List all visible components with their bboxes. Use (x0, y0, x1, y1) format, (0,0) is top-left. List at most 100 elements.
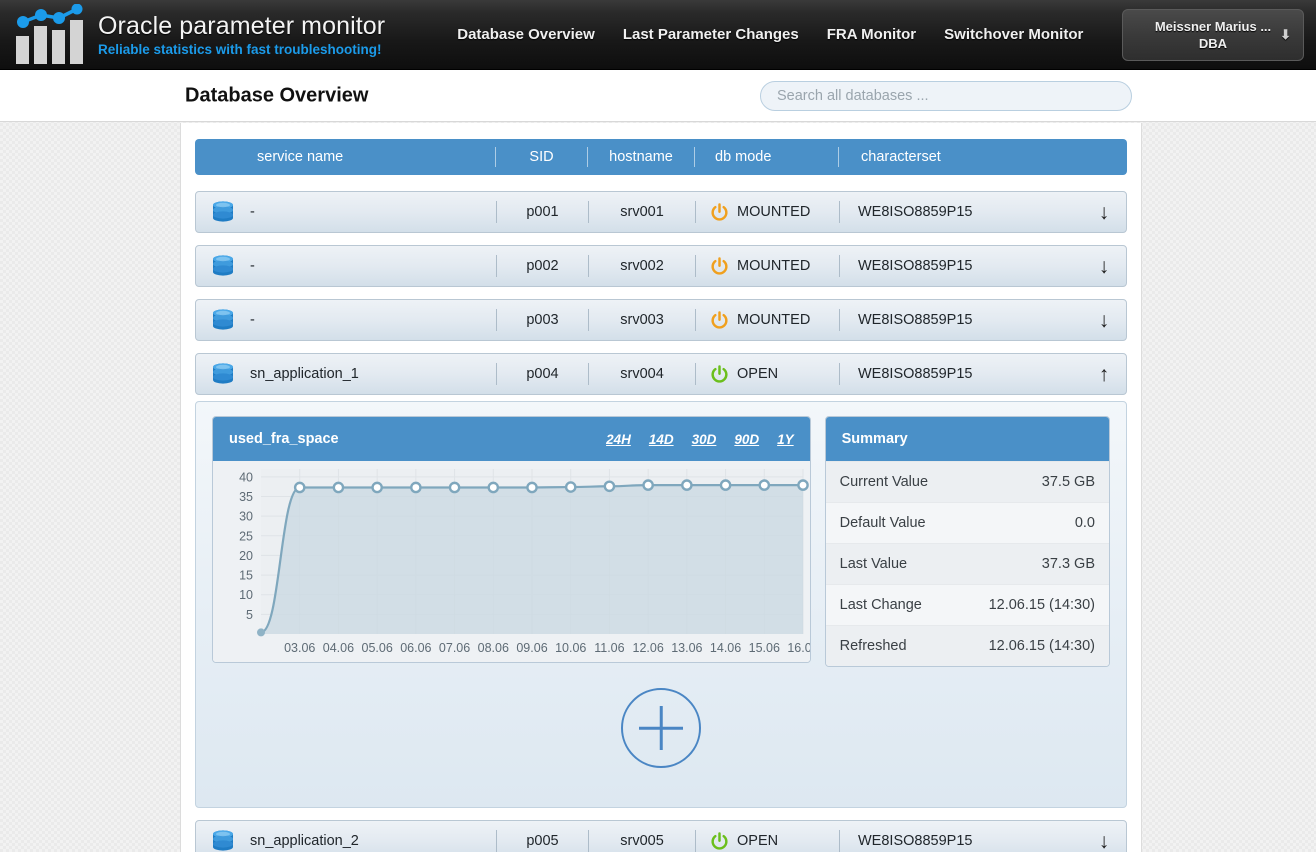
svg-text:14.06: 14.06 (710, 641, 741, 655)
summary-card: Summary Current Value 37.5 GB Default Va… (824, 416, 1110, 667)
svg-text:13.06: 13.06 (671, 641, 702, 655)
svg-text:08.06: 08.06 (478, 641, 509, 655)
summary-key: Default Value (839, 515, 926, 531)
database-icon (210, 307, 236, 333)
nav-item-switchover-monitor[interactable]: Switchover Monitor (944, 26, 1083, 43)
cell-service-name: - (196, 307, 496, 333)
svg-text:03.06: 03.06 (284, 641, 315, 655)
range-30d[interactable]: 30D (692, 432, 717, 447)
user-menu-button[interactable]: Meissner Marius ... DBA ⬇ (1122, 9, 1304, 61)
svg-text:30: 30 (239, 510, 253, 524)
page-title: Database Overview (185, 84, 369, 106)
table-row[interactable]: sn_application_2 p005 srv005 OPEN WE8ISO… (195, 820, 1127, 852)
cell-characterset: WE8ISO8859P15 (858, 366, 973, 382)
service-name-text: - (250, 204, 255, 220)
nav-item-last-parameter-changes[interactable]: Last Parameter Changes (623, 26, 799, 43)
time-range-links: 24H 14D 30D 90D 1Y (606, 432, 794, 447)
plus-circle-icon[interactable] (621, 688, 701, 768)
search-input[interactable] (760, 80, 1132, 111)
user-role: DBA (1198, 36, 1228, 51)
summary-row-refreshed: Refreshed 12.06.15 (14:30) (825, 625, 1109, 666)
summary-card-header: Summary (825, 417, 1109, 461)
range-90d[interactable]: 90D (734, 432, 759, 447)
summary-key: Current Value (839, 474, 929, 490)
table-row[interactable]: - p001 srv001 MOUNTED WE8ISO8859P15 ↓ (195, 191, 1127, 233)
range-14d[interactable]: 14D (649, 432, 674, 447)
cell-service-name: - (196, 199, 496, 225)
svg-text:16.06: 16.06 (787, 641, 810, 655)
svg-text:40: 40 (239, 470, 253, 484)
row-collapse-toggle[interactable]: ↑ (1082, 364, 1126, 385)
power-status-icon (710, 831, 729, 851)
cell-hostname: srv004 (620, 366, 664, 382)
row-expand-toggle[interactable]: ↓ (1082, 256, 1126, 277)
svg-text:35: 35 (239, 490, 253, 504)
brand-subtitle: Reliable statistics with fast troublesho… (98, 41, 382, 57)
top-bar: Oracle parameter monitor Reliable statis… (0, 0, 1316, 70)
add-metric-area (212, 667, 1110, 789)
metric-chart-card: used_fra_space 24H 14D 30D 90D 1Y 5 10 15 2… (212, 416, 811, 663)
column-header-sid: SID (529, 149, 554, 165)
svg-text:5: 5 (246, 608, 253, 622)
sub-header: Database Overview (0, 70, 1316, 122)
summary-row-default-value: Default Value 0.0 (825, 502, 1109, 543)
database-icon (210, 253, 236, 279)
db-mode-text: OPEN (737, 833, 779, 849)
table-header: service name SID hostname db mode charac… (195, 139, 1127, 175)
cell-characterset: WE8ISO8859P15 (858, 312, 973, 328)
svg-text:15: 15 (239, 569, 253, 583)
db-mode-text: OPEN (737, 366, 779, 382)
line-chart: 5 10 15 20 25 30 35 40 03.06 04.06 05.06 06.06 07.06… (239, 469, 810, 655)
svg-text:12.06: 12.06 (633, 641, 664, 655)
svg-text:10: 10 (239, 588, 253, 602)
cell-db-mode: MOUNTED (696, 202, 839, 222)
summary-value: 37.3 GB (1041, 556, 1095, 572)
summary-key: Last Value (839, 556, 908, 572)
database-list: service name SID hostname db mode charac… (181, 123, 1141, 852)
summary-row-last-value: Last Value 37.3 GB (825, 543, 1109, 584)
svg-text:10.06: 10.06 (555, 641, 586, 655)
svg-text:11.06: 11.06 (594, 641, 624, 655)
chevron-down-icon: ⬇ (1280, 27, 1291, 42)
table-row[interactable]: sn_application_1 p004 srv004 OPEN WE8ISO… (195, 353, 1127, 395)
chart-plot-area[interactable]: 5 10 15 20 25 30 35 40 03.06 04.06 05.06 06.06 07.06… (213, 461, 810, 662)
nav-item-database-overview[interactable]: Database Overview (457, 26, 595, 43)
arrow-down-icon: ↓ (1098, 200, 1110, 224)
table-row[interactable]: - p002 srv002 MOUNTED WE8ISO8859P15 ↓ (195, 245, 1127, 287)
service-name-text: sn_application_1 (250, 366, 359, 382)
row-expand-toggle[interactable]: ↓ (1082, 310, 1126, 331)
nav-item-fra-monitor[interactable]: FRA Monitor (827, 26, 916, 43)
arrow-up-icon: ↑ (1098, 362, 1110, 386)
brand-title: Oracle parameter monitor (98, 11, 386, 40)
content-panel: service name SID hostname db mode charac… (180, 123, 1142, 852)
summary-row-last-change: Last Change 12.06.15 (14:30) (825, 584, 1109, 625)
svg-text:07.06: 07.06 (439, 641, 470, 655)
svg-text:09.06: 09.06 (516, 641, 547, 655)
database-icon (210, 361, 236, 387)
cell-sid: p005 (526, 833, 559, 849)
power-status-icon (710, 364, 729, 384)
summary-key: Refreshed (839, 638, 907, 654)
db-mode-text: MOUNTED (737, 204, 811, 220)
brand-logo-area[interactable]: Oracle parameter monitor Reliable statis… (0, 3, 386, 66)
svg-text:20: 20 (239, 549, 253, 563)
power-status-icon (710, 202, 729, 222)
svg-text:25: 25 (239, 529, 253, 543)
cell-hostname: srv001 (620, 204, 664, 220)
database-icon (210, 828, 236, 852)
row-expand-toggle[interactable]: ↓ (1082, 831, 1126, 852)
row-expand-toggle[interactable]: ↓ (1082, 202, 1126, 223)
svg-text:06.06: 06.06 (400, 641, 431, 655)
detail-top-row: used_fra_space 24H 14D 30D 90D 1Y 5 10 15 2… (212, 416, 1110, 667)
service-name-text: sn_application_2 (250, 833, 359, 849)
db-mode-text: MOUNTED (737, 312, 811, 328)
table-row[interactable]: - p003 srv003 MOUNTED WE8ISO8859P15 ↓ (195, 299, 1127, 341)
cell-hostname: srv002 (620, 258, 664, 274)
range-1y[interactable]: 1Y (777, 432, 794, 447)
power-status-icon (710, 310, 729, 330)
row-detail-panel: used_fra_space 24H 14D 30D 90D 1Y 5 10 15 2… (195, 401, 1127, 808)
column-header-characterset: characterset (861, 149, 941, 165)
service-name-text: - (250, 258, 255, 274)
range-24h[interactable]: 24H (606, 432, 631, 447)
cell-service-name: sn_application_1 (196, 361, 496, 387)
